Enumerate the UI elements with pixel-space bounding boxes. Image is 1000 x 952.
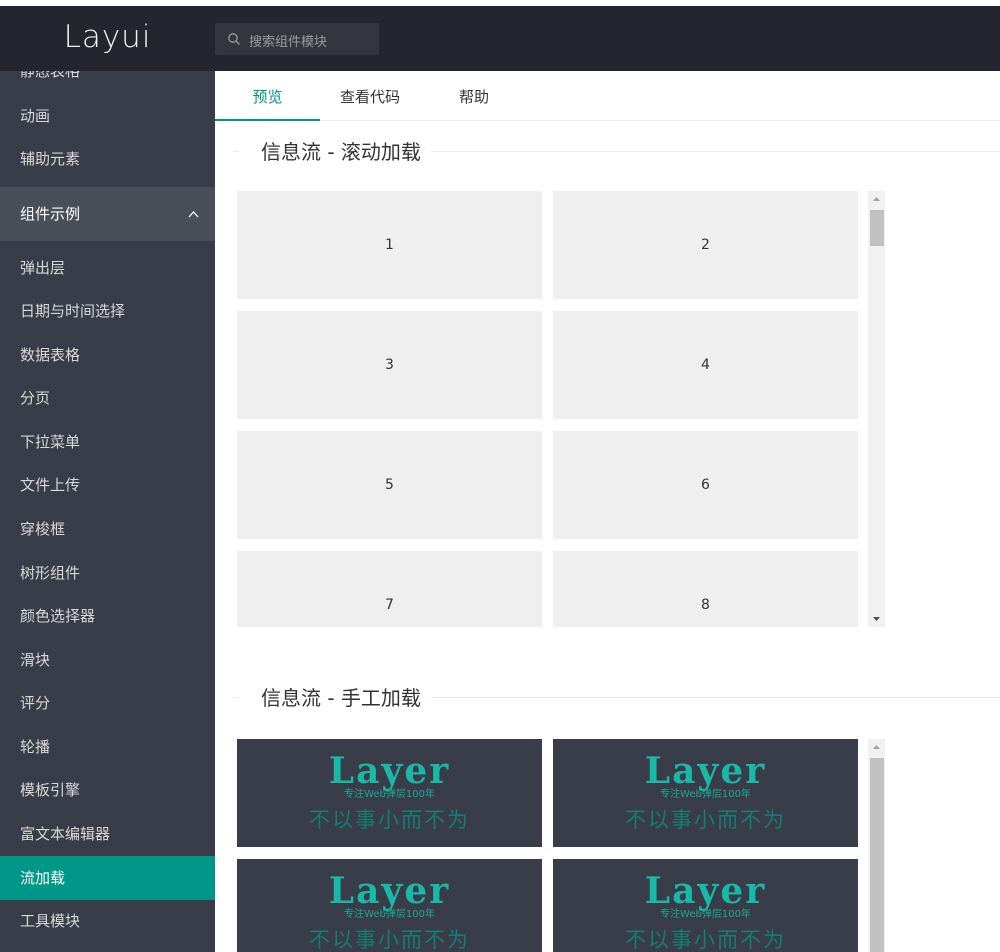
sidebar-item-label: 富文本编辑器 [20, 825, 111, 843]
sidebar-item-label: 轮播 [20, 738, 51, 756]
header: Layui 搜索组件模块 [0, 6, 1000, 71]
sidebar-item-label: 模板引擎 [20, 781, 81, 799]
manual-load-container[interactable]: Layer 专注Web弹层100年 不以事小而不为 Layer 专注Web弹层1… [237, 739, 885, 952]
sidebar-item-label: 树形组件 [20, 564, 81, 582]
sidebar-item-label: 日期与时间选择 [20, 302, 126, 320]
sidebar-group-label: 组件示例 [20, 205, 81, 223]
sidebar-item-tree[interactable]: 树形组件 [0, 551, 215, 595]
sidebar: 静态表格 动画 辅助元素 组件示例 弹出层 日期与时间选择 数据表格 分页 下拉… [0, 71, 215, 952]
flow-item: 3 [237, 311, 542, 419]
scroll-up-arrow-icon[interactable] [868, 739, 885, 756]
flow-item: 8 [553, 551, 858, 627]
sidebar-item-label: 下拉菜单 [20, 433, 81, 451]
flow-item: 7 [237, 551, 542, 627]
layer-banner-image: Layer 专注Web弹层100年 不以事小而不为 [553, 739, 858, 847]
section-heading: 信息流 - 手工加载 [239, 683, 431, 713]
flow-item: 1 [237, 191, 542, 299]
sidebar-item-laydate[interactable]: 日期与时间选择 [0, 289, 215, 333]
tab-preview[interactable]: 预览 [215, 71, 320, 121]
sidebar-item-util[interactable]: 工具模块 [0, 899, 215, 943]
search-icon [228, 33, 240, 45]
sidebar-item-label: 分页 [20, 389, 51, 407]
layer-subtitle: 专注Web弹层100年 [344, 909, 435, 920]
sidebar-item-rate[interactable]: 评分 [0, 681, 215, 725]
sidebar-item-label: 静态表格 [20, 71, 81, 80]
sidebar-item-animation[interactable]: 动画 [0, 94, 215, 138]
flow-item: 5 [237, 431, 542, 539]
sidebar-item-static-table[interactable]: 静态表格 [0, 71, 215, 93]
layer-logo-text: Layer [328, 870, 451, 912]
scrollbar[interactable] [868, 191, 885, 627]
sidebar-item-label: 滑块 [20, 651, 51, 669]
scrollbar-thumb[interactable] [870, 758, 884, 952]
layer-slogan: 不以事小而不为 [625, 808, 786, 832]
sidebar-item-laytpl[interactable]: 模板引擎 [0, 768, 215, 812]
sidebar-item-carousel[interactable]: 轮播 [0, 725, 215, 769]
section-title-manual: 信息流 - 手工加载 [233, 683, 1000, 713]
scrollbar[interactable] [868, 739, 885, 952]
layer-slogan: 不以事小而不为 [625, 928, 786, 952]
tab-help[interactable]: 帮助 [437, 71, 511, 121]
sidebar-item-auxiliary[interactable]: 辅助元素 [0, 137, 215, 181]
sidebar-item-label: 穿梭框 [20, 520, 66, 538]
search-input[interactable]: 搜索组件模块 [215, 23, 379, 55]
layer-slogan: 不以事小而不为 [309, 808, 470, 832]
sidebar-item-label: 弹出层 [20, 259, 66, 277]
flow-item: 4 [553, 311, 858, 419]
tab-bar: 预览 查看代码 帮助 [215, 71, 1000, 121]
sidebar-item-upload[interactable]: 文件上传 [0, 463, 215, 507]
sidebar-item-flow[interactable]: 流加载 [0, 856, 215, 900]
sidebar-item-colorpicker[interactable]: 颜色选择器 [0, 594, 215, 638]
layer-banner-image: Layer 专注Web弹层100年 不以事小而不为 [237, 859, 542, 952]
layer-banner-image: Layer 专注Web弹层100年 不以事小而不为 [237, 739, 542, 847]
layer-banner-image: Layer 专注Web弹层100年 不以事小而不为 [553, 859, 858, 952]
chevron-up-icon [188, 211, 199, 218]
scroll-up-arrow-icon[interactable] [868, 191, 885, 208]
search-placeholder: 搜索组件模块 [249, 35, 328, 50]
sidebar-item-slider[interactable]: 滑块 [0, 638, 215, 682]
flow-item: 2 [553, 191, 858, 299]
layer-logo-text: Layer [328, 750, 451, 792]
layer-slogan: 不以事小而不为 [309, 928, 470, 952]
logo[interactable]: Layui [0, 6, 215, 71]
sidebar-group-components[interactable]: 组件示例 [0, 187, 215, 241]
app-window: Layui 搜索组件模块 静态表格 动画 辅助元素 组件示例 弹出层 日期与时间… [0, 0, 1000, 952]
layer-subtitle: 专注Web弹层100年 [660, 909, 751, 920]
section-heading: 信息流 - 滚动加载 [239, 137, 431, 167]
section-title-scroll: 信息流 - 滚动加载 [233, 137, 1000, 167]
sidebar-item-dropdown[interactable]: 下拉菜单 [0, 420, 215, 464]
flow-item: 6 [553, 431, 858, 539]
sidebar-item-label: 数据表格 [20, 346, 81, 364]
sidebar-item-label: 评分 [20, 694, 51, 712]
sidebar-item-label: 文件上传 [20, 476, 81, 494]
sidebar-item-label: 辅助元素 [20, 150, 81, 168]
sidebar-item-label: 流加载 [20, 869, 66, 887]
sidebar-item-label: 工具模块 [20, 912, 81, 930]
sidebar-item-layedit[interactable]: 富文本编辑器 [0, 812, 215, 856]
layer-subtitle: 专注Web弹层100年 [660, 789, 751, 800]
sidebar-item-layer[interactable]: 弹出层 [0, 246, 215, 290]
scroll-down-arrow-icon[interactable] [868, 610, 885, 627]
main-content: 预览 查看代码 帮助 信息流 - 滚动加载 1 2 3 4 5 6 7 8 信息… [215, 71, 1000, 952]
sidebar-item-laypage[interactable]: 分页 [0, 376, 215, 420]
layer-subtitle: 专注Web弹层100年 [344, 789, 435, 800]
sidebar-item-transfer[interactable]: 穿梭框 [0, 507, 215, 551]
sidebar-item-label: 颜色选择器 [20, 607, 96, 625]
scrollbar-thumb[interactable] [870, 210, 884, 246]
scroll-load-container[interactable]: 1 2 3 4 5 6 7 8 [237, 191, 885, 627]
layer-logo-text: Layer [644, 750, 767, 792]
layer-logo-text: Layer [644, 870, 767, 912]
sidebar-item-label: 动画 [20, 107, 51, 125]
sidebar-item-table[interactable]: 数据表格 [0, 333, 215, 377]
tab-view-code[interactable]: 查看代码 [325, 71, 415, 121]
